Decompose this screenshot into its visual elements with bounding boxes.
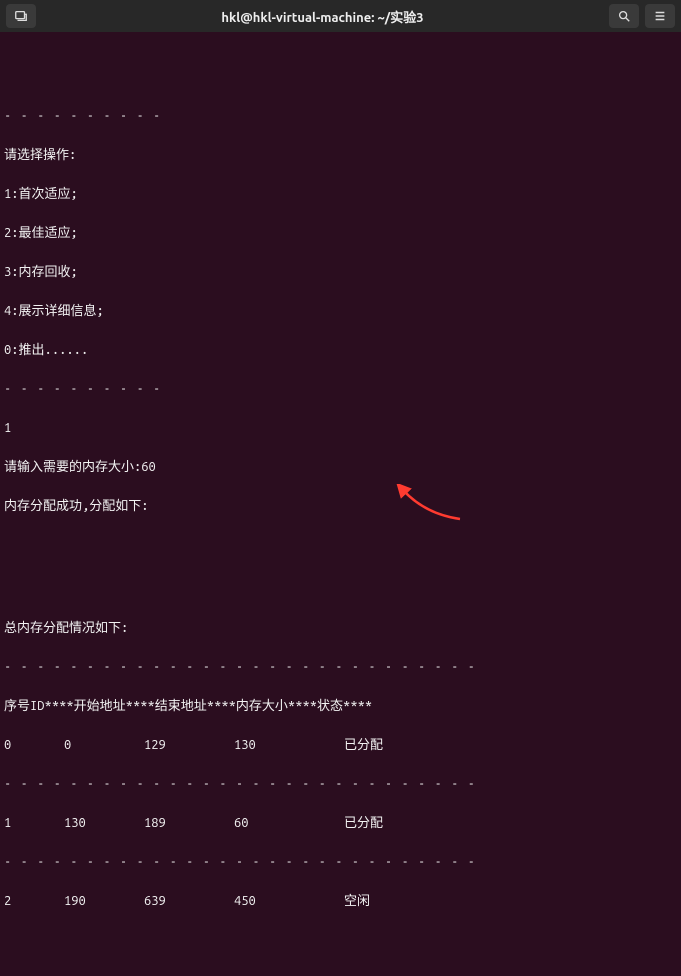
new-tab-button[interactable]	[6, 4, 36, 28]
menu-item: 4:展示详细信息;	[4, 302, 677, 322]
prompt-line: 请输入需要的内存大小:60	[4, 458, 677, 478]
menu-item: 3:内存回收;	[4, 263, 677, 283]
cell-end: 129	[144, 736, 234, 756]
cell-size: 130	[234, 736, 324, 756]
table-header: 序号ID****开始地址****结束地址****内存大小****状态****	[4, 697, 677, 717]
cell-end: 639	[144, 892, 234, 912]
window-title: hkl@hkl-virtual-machine: ~/实验3	[40, 7, 605, 26]
cell-start: 130	[64, 814, 144, 834]
separator: - - - - - - - - - -	[4, 107, 677, 127]
search-button[interactable]	[609, 4, 639, 28]
cell-start: 190	[64, 892, 144, 912]
menu-item: 2:最佳适应;	[4, 224, 677, 244]
cell-id: 2	[4, 892, 64, 912]
menu-title: 请选择操作:	[4, 146, 677, 166]
cell-size: 60	[234, 814, 324, 834]
cell-start: 0	[64, 736, 144, 756]
separator: - - - - - - - - - - - - - - - - - - - - …	[4, 853, 677, 873]
table-row: 1 130 189 60 已分配	[4, 814, 677, 834]
titlebar: hkl@hkl-virtual-machine: ~/实验3	[0, 0, 681, 32]
separator: - - - - - - - - - - - - - - - - - - - - …	[4, 658, 677, 678]
table-row: 0 0 129 130 已分配	[4, 736, 677, 756]
cell-status: 空闲	[324, 892, 394, 912]
table-row: 2 190 639 450 空闲	[4, 892, 677, 912]
menu-item: 0:推出......	[4, 341, 677, 361]
cell-id: 1	[4, 814, 64, 834]
summary-header: 总内存分配情况如下:	[4, 619, 677, 639]
cell-status: 已分配	[324, 736, 394, 756]
separator: - - - - - - - - - -	[4, 380, 677, 400]
separator: - - - - - - - - - - - - - - - - - - - - …	[4, 775, 677, 795]
menu-button[interactable]	[645, 4, 675, 28]
success-line: 内存分配成功,分配如下:	[4, 497, 677, 517]
cell-id: 0	[4, 736, 64, 756]
user-input-line: 1	[4, 419, 677, 439]
cell-end: 189	[144, 814, 234, 834]
cell-size: 450	[234, 892, 324, 912]
cell-status: 已分配	[324, 814, 394, 834]
menu-item: 1:首次适应;	[4, 185, 677, 205]
terminal-output[interactable]: - - - - - - - - - - 请选择操作: 1:首次适应; 2:最佳适…	[0, 32, 681, 976]
